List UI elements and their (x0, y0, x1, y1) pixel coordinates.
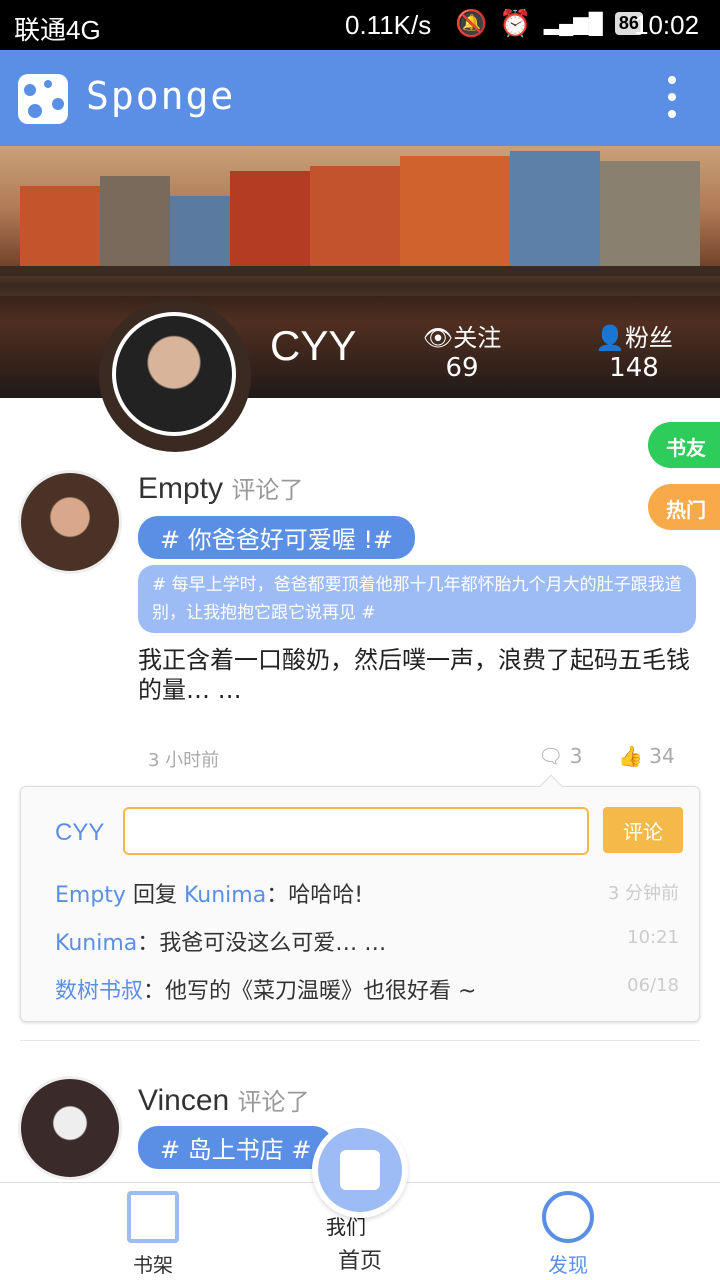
reply-item: Empty 回复 Kunima：哈哈哈! (55, 883, 364, 908)
person-icon: 👤 (595, 324, 625, 352)
post-avatar[interactable] (18, 470, 122, 574)
compass-icon (542, 1191, 594, 1243)
like-count: 34 (649, 744, 675, 768)
post-tag[interactable]: # 岛上书店 # (138, 1126, 334, 1169)
alarm-icon: ⏰ (499, 8, 532, 38)
reply-user[interactable]: Kunima (55, 931, 137, 956)
post-tag[interactable]: # 你爸爸好可爱喔 !# (138, 516, 416, 559)
app-title: Sponge (86, 74, 236, 118)
sponge-logo-icon[interactable] (18, 74, 68, 124)
post-avatar[interactable] (18, 1076, 122, 1180)
hot-tab[interactable]: 热门 (648, 484, 720, 530)
friends-tab[interactable]: 书友 (648, 422, 720, 468)
reply-user[interactable]: 数树书叔 (55, 979, 143, 1004)
post-user: Vincen 评论了 (138, 1082, 310, 1118)
comment-input[interactable] (123, 807, 589, 855)
eye-icon: 👁 (422, 324, 454, 352)
follow-count: 69 (445, 353, 479, 383)
signal-icon: ▂▄▆█ (543, 13, 603, 35)
fans-label: 粉丝 (624, 324, 673, 352)
quoted-post[interactable]: # 每早上学时，爸爸都要顶着他那十几年都怀胎九个月大的肚子跟我道别，让我抱抱它跟… (138, 565, 696, 633)
post-text: 我正含着一口酸奶，然后噗一声，浪费了起码五毛钱的量… … (138, 646, 690, 704)
carrier-label: 联通4G (14, 15, 101, 45)
post-username[interactable]: Vincen (138, 1084, 229, 1117)
tab-discover[interactable]: 发现 (536, 1191, 600, 1278)
reply-time: 3 分钟前 (607, 883, 679, 904)
app-bar: Sponge (0, 50, 720, 146)
status-icons: 🔕 ⏰ ▂▄▆█ 86 (455, 8, 643, 39)
reply-time: 10:21 (627, 927, 679, 948)
tab-shelf[interactable]: 书架 (120, 1191, 186, 1278)
comment-panel: CYY 评论 Empty 回复 Kunima：哈哈哈! 3 分钟前 Kunima… (20, 774, 700, 1022)
comment-author: CYY (55, 819, 105, 846)
fans-count: 148 (609, 353, 659, 383)
overflow-menu-icon[interactable] (660, 76, 684, 126)
like-action[interactable]: 👍 34 (618, 744, 675, 768)
post-user: Empty 评论了 (138, 470, 303, 506)
mute-icon: 🔕 (455, 8, 488, 38)
network-speed: 0.11K/s (345, 10, 432, 40)
reply-item: Kunima：我爸可没这么可爱… … (55, 931, 387, 956)
bookshelf-icon (127, 1191, 179, 1243)
post-verb: 评论了 (237, 1089, 310, 1116)
profile-name: CYY (270, 322, 357, 369)
reply-item: 数树书叔：他写的《菜刀温暖》也很好看 ~ (55, 979, 477, 1004)
post-verb: 评论了 (231, 477, 304, 504)
follow-label: 关注 (453, 324, 502, 352)
reply-target[interactable]: Kunima (184, 883, 266, 908)
divider (20, 1040, 700, 1041)
comment-action[interactable]: 🗨 3 (538, 744, 582, 768)
reply-time: 06/18 (627, 975, 679, 996)
profile-avatar[interactable] (112, 312, 236, 436)
follow-stat[interactable]: 👁关注 69 (420, 318, 504, 383)
tab-home[interactable]: 首页 (330, 1243, 390, 1275)
status-bar: 联通4G 0.11K/s 🔕 ⏰ ▂▄▆█ 86 10:02 (0, 0, 720, 50)
comment-icon: 🗨 (538, 744, 564, 768)
post-username[interactable]: Empty (138, 472, 223, 505)
thumbs-up-icon: 👍 (618, 744, 643, 768)
home-fab-sponge-icon[interactable] (312, 1122, 408, 1218)
post-time: 3 小时前 (148, 750, 220, 771)
reply-user[interactable]: Empty (55, 883, 126, 908)
clock: 10:02 (634, 10, 700, 40)
submit-comment-button[interactable]: 评论 (603, 807, 683, 853)
comment-count: 3 (569, 744, 583, 768)
fans-stat[interactable]: 👤粉丝 148 (590, 318, 678, 383)
